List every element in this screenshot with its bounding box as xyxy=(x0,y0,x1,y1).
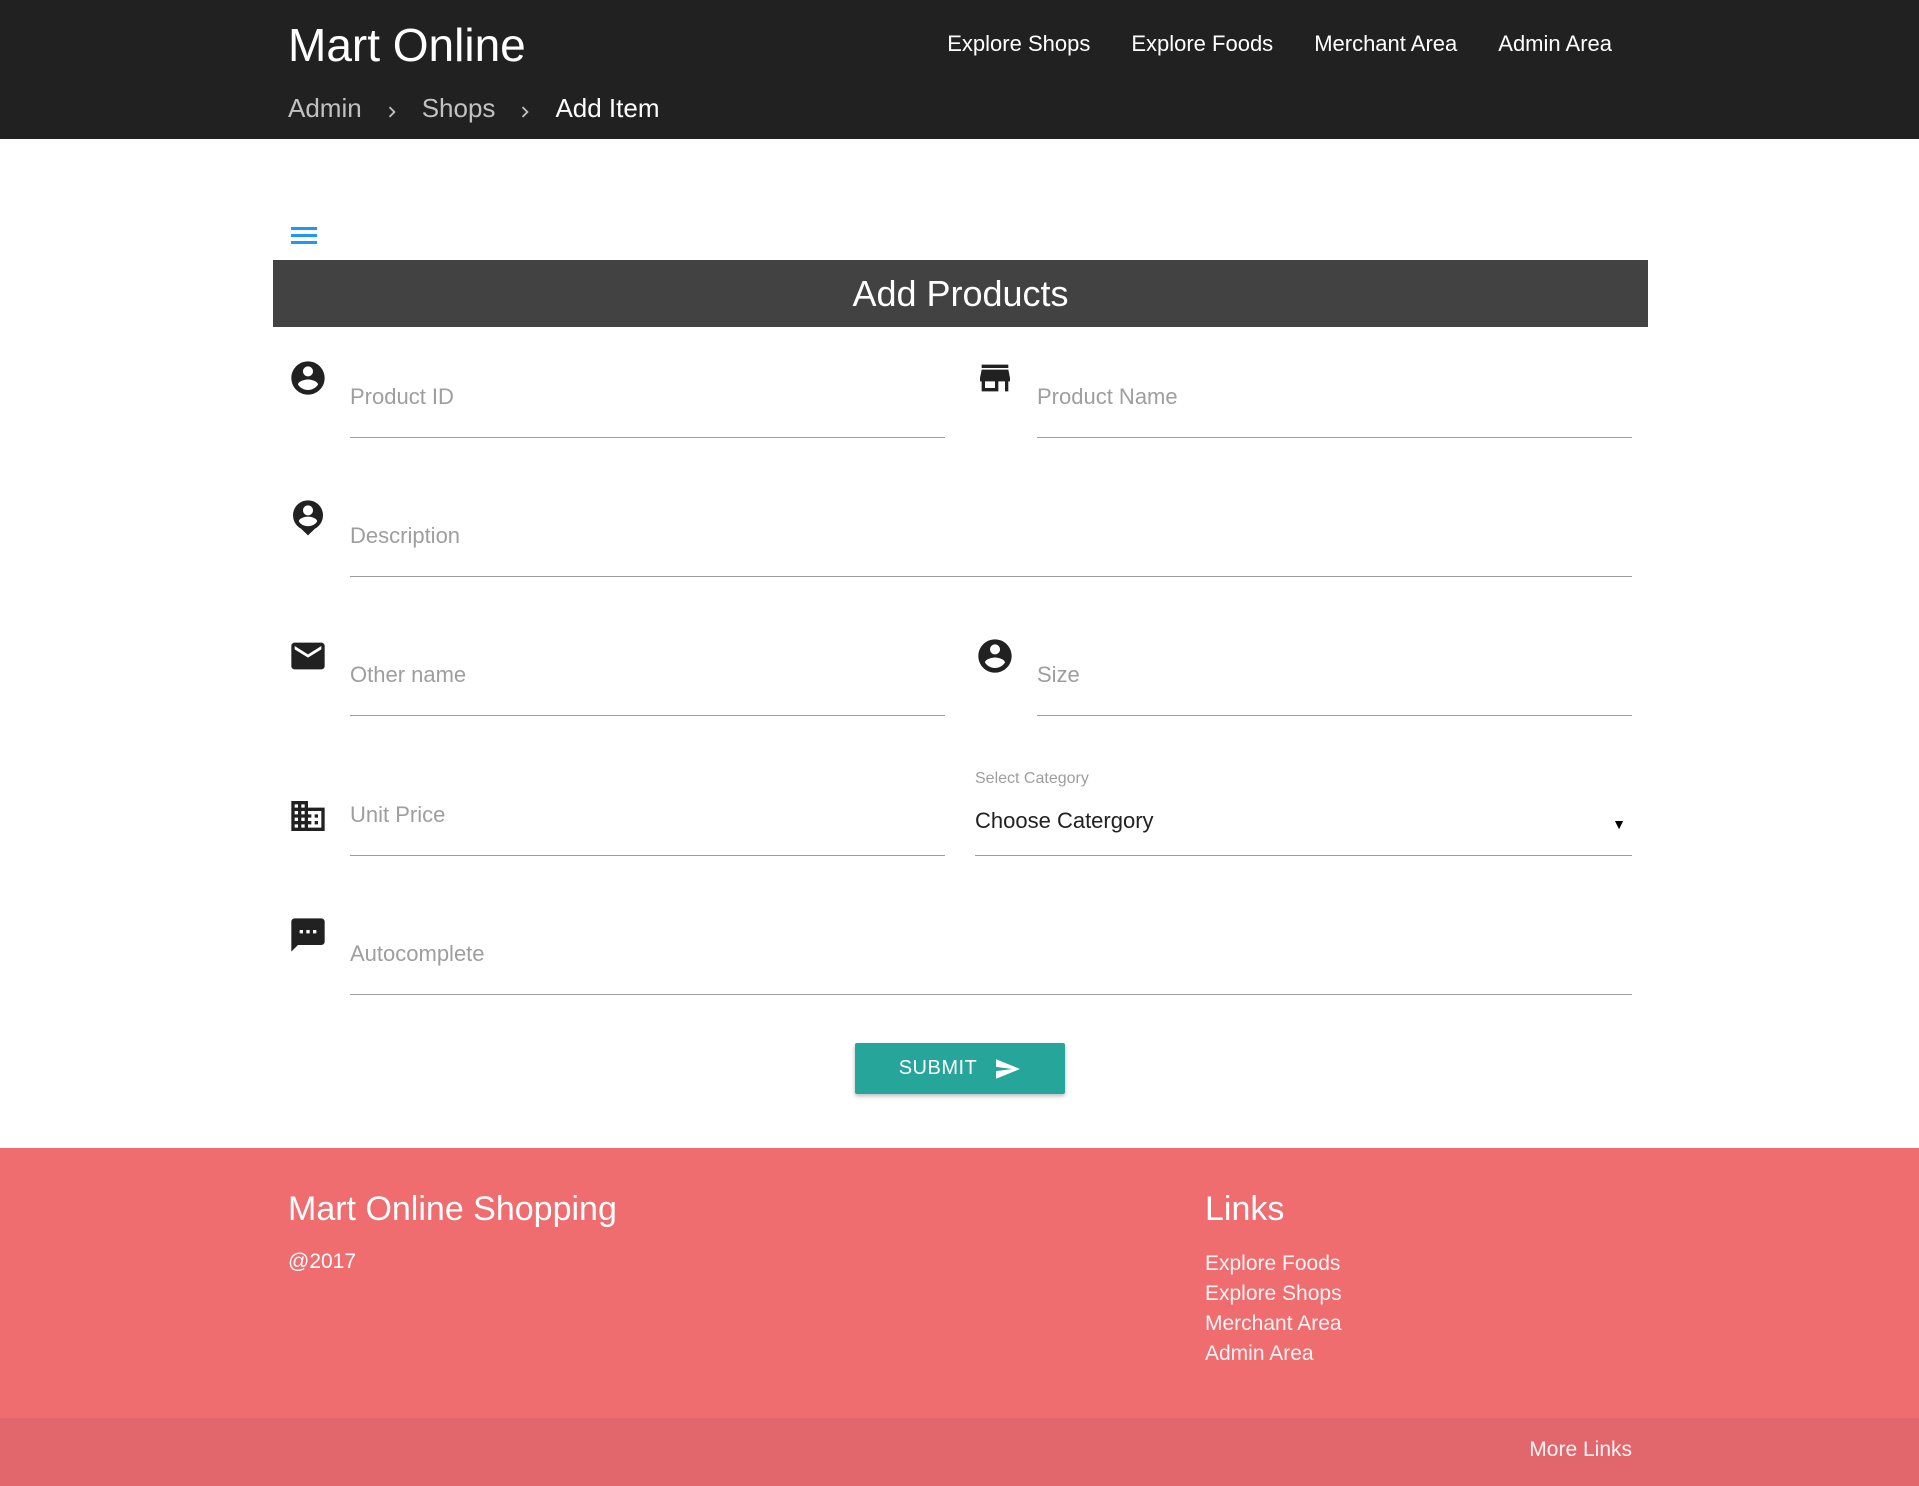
size-field xyxy=(975,636,1632,716)
input-underline xyxy=(350,855,945,856)
submit-label: SUBMIT xyxy=(898,1057,978,1079)
product-name-field xyxy=(975,358,1632,438)
product-id-field xyxy=(288,358,945,438)
input-underline xyxy=(350,437,945,438)
footer-bottom-bar: More Links xyxy=(0,1418,1919,1486)
breadcrumb-shops[interactable]: Shops xyxy=(422,90,496,126)
nav-merchant-area[interactable]: Merchant Area xyxy=(1314,28,1457,60)
footer-link-explore-foods[interactable]: Explore Foods xyxy=(1205,1249,1342,1279)
more-links-link[interactable]: More Links xyxy=(1529,1438,1632,1462)
footer-links-title: Links xyxy=(1205,1190,1285,1228)
autocomplete-field xyxy=(288,915,1632,995)
size-input[interactable] xyxy=(1037,646,1632,704)
input-underline xyxy=(350,576,1632,577)
nav-explore-shops[interactable]: Explore Shops xyxy=(947,28,1090,60)
footer-link-merchant-area[interactable]: Merchant Area xyxy=(1205,1309,1342,1339)
form-title: Add Products xyxy=(852,273,1069,314)
breadcrumb-add-item[interactable]: Add Item xyxy=(555,90,659,126)
form-title-bar: Add Products xyxy=(273,260,1648,327)
category-label: Select Category xyxy=(975,770,1089,787)
submit-button[interactable]: SUBMIT xyxy=(855,1043,1065,1094)
chat-bubble-icon xyxy=(288,915,328,955)
top-navbar: Mart Online Explore Shops Explore Foods … xyxy=(0,0,1919,139)
brand-logo[interactable]: Mart Online xyxy=(288,18,526,72)
store-icon xyxy=(975,358,1015,398)
product-id-input[interactable] xyxy=(350,368,945,426)
account-circle-icon xyxy=(288,358,328,398)
breadcrumb-admin[interactable]: Admin xyxy=(288,90,362,126)
footer-title: Mart Online Shopping xyxy=(288,1190,617,1228)
send-icon xyxy=(996,1058,1021,1079)
footer-copyright: @2017 xyxy=(288,1250,357,1273)
footer-link-admin-area[interactable]: Admin Area xyxy=(1205,1339,1342,1369)
business-icon xyxy=(288,796,328,836)
input-underline xyxy=(1037,437,1632,438)
description-field xyxy=(288,497,1632,577)
footer-links: Explore Foods Explore Shops Merchant Are… xyxy=(1205,1249,1342,1369)
nav-explore-foods[interactable]: Explore Foods xyxy=(1131,28,1273,60)
account-circle-icon xyxy=(975,636,1015,676)
footer-link-explore-shops[interactable]: Explore Shops xyxy=(1205,1279,1342,1309)
select-underline xyxy=(975,855,1632,856)
caret-down-icon[interactable]: ▼ xyxy=(1612,816,1626,832)
product-name-input[interactable] xyxy=(1037,368,1632,426)
other-name-field xyxy=(288,636,945,716)
chevron-right-icon xyxy=(362,90,422,126)
autocomplete-input[interactable] xyxy=(350,925,1632,983)
breadcrumb: Admin Shops Add Item xyxy=(288,90,660,126)
category-selected-value[interactable]: Choose Catergory xyxy=(975,808,1154,834)
chevron-right-icon xyxy=(495,90,555,126)
account-pin-icon xyxy=(288,497,328,537)
footer: Mart Online Shopping @2017 Links Explore… xyxy=(0,1148,1919,1418)
nav-admin-area[interactable]: Admin Area xyxy=(1498,28,1612,60)
input-underline xyxy=(350,994,1632,995)
main-nav: Explore Shops Explore Foods Merchant Are… xyxy=(947,28,1612,60)
category-select[interactable]: Select Category Choose Catergory ▼ xyxy=(975,770,1632,856)
input-underline xyxy=(1037,715,1632,716)
description-input[interactable] xyxy=(350,507,1632,565)
other-name-input[interactable] xyxy=(350,646,945,704)
unit-price-input[interactable] xyxy=(350,786,945,844)
menu-icon[interactable] xyxy=(288,223,322,249)
input-underline xyxy=(350,715,945,716)
unit-price-field xyxy=(288,776,945,856)
email-icon xyxy=(288,636,328,676)
